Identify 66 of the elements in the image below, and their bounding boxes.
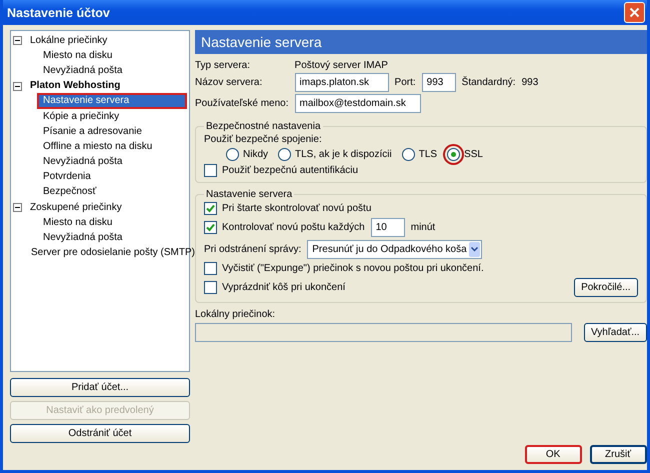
checkbox[interactable] bbox=[204, 164, 217, 177]
dialog-button[interactable]: OK bbox=[524, 445, 582, 464]
advanced-button[interactable]: Pokročilé... bbox=[574, 278, 638, 297]
tree-item[interactable]: Nevyžiadná pošta bbox=[37, 230, 128, 246]
tree-item[interactable]: Miesto na disku bbox=[37, 214, 118, 231]
tree-item[interactable]: Kópie a priečinky bbox=[37, 108, 126, 125]
tree-item[interactable]: Písanie a adresovanie bbox=[37, 124, 148, 140]
tree-item[interactable]: Nevyžiadná pošta bbox=[37, 154, 128, 170]
field-label: Typ servera: bbox=[195, 60, 252, 71]
field-value: 993 bbox=[522, 77, 538, 88]
group-title: Nastavenie servera bbox=[205, 189, 294, 200]
checkbox-label: Vyprázdniť kôš pri ukončení bbox=[222, 282, 346, 293]
field-label: Štandardný: bbox=[462, 77, 516, 88]
account-button[interactable]: Pridať účet... bbox=[10, 378, 190, 397]
radio-button[interactable] bbox=[402, 148, 415, 161]
checkbox-label: Použiť bezpečnú autentifikáciu bbox=[222, 165, 358, 176]
close-button[interactable] bbox=[624, 2, 645, 23]
checkmark-icon bbox=[206, 204, 215, 213]
panel-header: Nastavenie servera bbox=[195, 30, 647, 54]
tree-item[interactable]: Platon Webhosting bbox=[24, 78, 126, 94]
server-name-field[interactable]: imaps.platon.sk bbox=[294, 73, 389, 92]
port-field[interactable]: 993 bbox=[422, 73, 456, 92]
checkbox-label: Kontrolovať novú poštu každých bbox=[222, 222, 365, 233]
tree-item[interactable]: Server pre odosielanie pošty (SMTP) bbox=[25, 245, 201, 262]
dialog-button[interactable]: Zrušiť bbox=[590, 445, 647, 464]
radio-button[interactable] bbox=[226, 148, 239, 161]
account-button[interactable]: Odstrániť účet bbox=[10, 424, 190, 443]
radio-label: Nikdy bbox=[243, 149, 268, 160]
radio-button[interactable] bbox=[278, 148, 292, 161]
close-icon bbox=[629, 7, 640, 18]
collapse-icon[interactable] bbox=[13, 82, 22, 91]
checkbox[interactable] bbox=[204, 281, 217, 294]
field-label: Pri odstránení správy: bbox=[204, 244, 302, 255]
field-label: Použiť bezpečné spojenie: bbox=[204, 134, 323, 145]
collapse-icon[interactable] bbox=[13, 203, 22, 212]
field-value: Poštový server IMAP bbox=[294, 60, 389, 71]
field-label: Lokálny priečinok: bbox=[195, 309, 276, 320]
checkbox-label: Vyčistiť ("Expunge") priečinok s novou poštou pri ukončení. bbox=[222, 263, 484, 274]
checkbox[interactable] bbox=[204, 262, 217, 275]
tree-item[interactable]: Bezpečnosť bbox=[37, 184, 102, 200]
browse-button[interactable]: Vyhľadať... bbox=[584, 323, 647, 342]
tree-item[interactable]: Lokálne priečinky bbox=[24, 32, 114, 49]
tree-item[interactable]: Nevyžiadná pošta bbox=[37, 62, 128, 79]
checkbox[interactable] bbox=[204, 221, 217, 234]
checkbox-label: Pri štarte skontrolovať novú poštu bbox=[222, 203, 372, 214]
tree-item[interactable]: Zoskupené priečinky bbox=[24, 200, 128, 216]
tree-item[interactable]: Miesto na disku bbox=[37, 48, 118, 64]
field-label: Názov servera: bbox=[195, 77, 264, 88]
radio-label: TLS, ak je k dispozícii bbox=[295, 149, 392, 160]
radio-label: SSL bbox=[464, 149, 483, 160]
checkmark-icon bbox=[206, 223, 215, 232]
radio-label: TLS bbox=[418, 149, 438, 160]
window-title: Nastavenie účtov bbox=[7, 6, 110, 20]
tree-item[interactable]: Offline a miesto na disku bbox=[37, 138, 158, 155]
interval-field[interactable]: 10 bbox=[370, 218, 405, 237]
unit-label: minút bbox=[410, 222, 436, 233]
group-title: Bezpečnostné nastavenia bbox=[205, 121, 322, 132]
collapse-icon[interactable] bbox=[13, 36, 22, 46]
tree-item[interactable]: Nastavenie servera bbox=[37, 93, 187, 110]
field-label: Používateľské meno: bbox=[195, 98, 289, 109]
chevron-icon bbox=[470, 247, 478, 252]
checkbox[interactable] bbox=[204, 202, 217, 215]
delete-action-dropdown[interactable]: Presunúť ju do Odpadkového koša bbox=[307, 240, 482, 259]
username-field[interactable]: mailbox@testdomain.sk bbox=[294, 94, 421, 113]
field-label: Port: bbox=[394, 77, 416, 88]
tree-item[interactable]: Potvrdenia bbox=[37, 169, 97, 186]
